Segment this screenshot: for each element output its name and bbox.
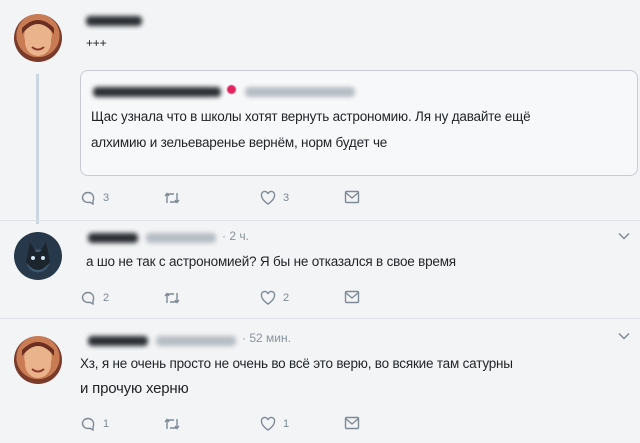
avatar-image (22, 342, 54, 378)
like-button[interactable]: 2 (260, 290, 289, 306)
retweet-icon (164, 292, 180, 304)
like-count: 2 (283, 292, 290, 304)
message-button[interactable] (344, 190, 360, 204)
avatar-image (26, 242, 50, 270)
message-button[interactable] (344, 290, 360, 304)
mail-icon (344, 416, 360, 430)
divider (0, 318, 640, 319)
reply-count: 2 (103, 292, 110, 304)
handle-blurred (156, 336, 236, 346)
reply-button[interactable]: 2 (80, 290, 109, 306)
tweet-time[interactable]: · 2 ч. (222, 229, 249, 243)
reply-icon (81, 191, 95, 206)
reply-count: 1 (103, 418, 110, 430)
retweet-button[interactable] (163, 290, 181, 306)
like-button[interactable]: 3 (260, 190, 289, 206)
emoji-icon (227, 85, 236, 94)
username-blurred[interactable] (88, 336, 148, 346)
retweet-button[interactable] (163, 416, 181, 432)
like-button[interactable]: 1 (260, 416, 289, 432)
avatar-user-1[interactable] (14, 14, 62, 62)
quoted-tweet-text-line2: алхимию и зельеваренье вернём, норм буде… (91, 135, 388, 150)
retweet-icon (164, 192, 180, 204)
reply-button[interactable]: 1 (80, 416, 109, 432)
mail-icon (344, 290, 360, 304)
avatar-image (22, 20, 54, 56)
tweet-text-line2: и прочую херню (80, 380, 189, 397)
tweet-text: а шо не так с астрономией? Я бы не отказ… (86, 254, 456, 269)
tweet-text-line1: Хз, я не очень просто не очень во всё эт… (80, 356, 513, 371)
username-blurred[interactable] (86, 16, 142, 26)
divider (0, 220, 640, 221)
chevron-down-icon[interactable] (618, 232, 630, 240)
quoted-tweet-text-line1: Щас узнала что в школы хотят вернуть аст… (91, 109, 531, 124)
like-count: 1 (283, 418, 290, 430)
username-blurred[interactable] (88, 233, 138, 243)
reply-icon (81, 417, 95, 432)
heart-icon (260, 290, 276, 305)
tweet-time[interactable]: · 52 мин. (242, 331, 291, 345)
tweet-text: +++ (86, 36, 107, 50)
reply-icon (81, 291, 95, 306)
retweet-icon (164, 418, 180, 430)
heart-icon (260, 416, 276, 431)
mail-icon (344, 190, 360, 204)
retweet-button[interactable] (163, 190, 181, 206)
message-button[interactable] (344, 416, 360, 430)
avatar-user-1[interactable] (14, 336, 62, 384)
reply-button[interactable]: 3 (80, 190, 109, 206)
like-count: 3 (283, 192, 290, 204)
reply-count: 3 (103, 192, 110, 204)
quoted-username-blurred (93, 87, 221, 97)
quoted-tweet-card[interactable]: Щас узнала что в школы хотят вернуть аст… (80, 70, 638, 176)
quoted-handle-blurred (245, 87, 355, 97)
thread-line (36, 74, 39, 224)
handle-blurred (146, 233, 216, 243)
chevron-down-icon[interactable] (618, 332, 630, 340)
avatar-user-2[interactable] (14, 232, 62, 280)
heart-icon (260, 190, 276, 205)
